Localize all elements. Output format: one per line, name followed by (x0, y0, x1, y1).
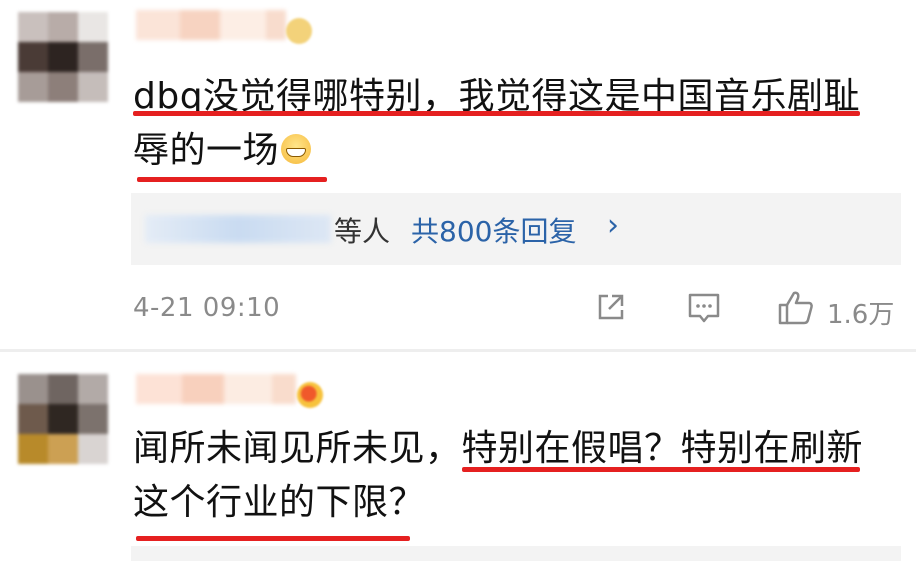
grinning-face-icon (281, 134, 312, 164)
comment-text-line-2: 辱的一场 (133, 130, 280, 171)
reply-count-link[interactable]: 共800条回复 (411, 210, 576, 250)
like-count: 1.6万 (827, 300, 895, 330)
comment-item: 闻所未闻见所未见，特别在假唱？特别在刷新 这个行业的下限？ (0, 352, 916, 561)
highlight-underline (133, 111, 860, 116)
comment-text-line-1: 闻所未闻见所未见，特别在假唱？特别在刷新 (133, 428, 864, 469)
user-badge-icon (286, 18, 312, 44)
highlight-underline (137, 177, 327, 182)
username-blurred[interactable] (136, 10, 286, 40)
comment-timestamp: 4-21 09:10 (133, 293, 281, 323)
comment-item: dbq没觉得哪特别，我觉得这是中国音乐剧耻 辱的一场 等人 共800条回复 › 4… (0, 0, 916, 352)
replies-preview[interactable] (131, 546, 901, 561)
comment-text: dbq没觉得哪特别，我觉得这是中国音乐剧耻 辱的一场 (133, 70, 873, 178)
chevron-right-icon[interactable]: › (607, 208, 619, 243)
avatar[interactable] (18, 374, 108, 464)
share-icon[interactable] (594, 290, 628, 324)
username-blurred[interactable] (136, 374, 296, 404)
replies-preview[interactable]: 等人 共800条回复 › (131, 193, 901, 265)
highlight-underline (462, 467, 860, 472)
reply-people-label: 等人 (334, 215, 391, 248)
user-badge-icon (297, 382, 323, 408)
thumbs-up-icon[interactable] (776, 288, 816, 328)
comment-icon[interactable] (686, 290, 722, 326)
reply-usernames-blurred (145, 215, 331, 243)
highlight-underline (136, 536, 410, 541)
comment-text-line-2: 这个行业的下限？ (133, 482, 426, 523)
avatar[interactable] (18, 12, 108, 102)
comment-text: 闻所未闻见所未见，特别在假唱？特别在刷新 这个行业的下限？ (133, 422, 873, 530)
